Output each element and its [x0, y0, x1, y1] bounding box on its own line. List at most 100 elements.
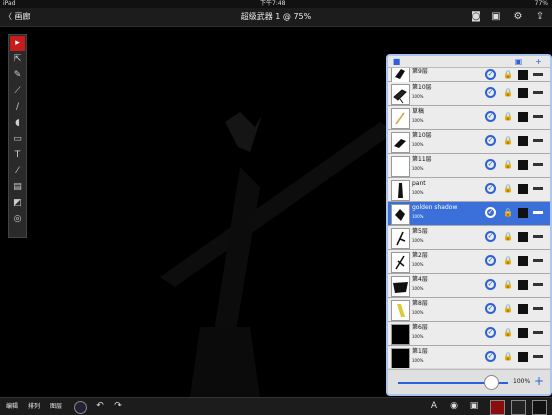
- layer-color-icon[interactable]: [518, 256, 528, 266]
- layer-row[interactable]: 第1层 100% ✓ 🔒: [388, 346, 550, 368]
- layer-row[interactable]: 第2层 100% ✓ 🔒: [388, 250, 550, 274]
- add-layer-icon[interactable]: +: [534, 57, 543, 66]
- share-icon[interactable]: ⇪: [534, 11, 546, 23]
- layer-menu-icon[interactable]: [533, 283, 543, 286]
- lock-icon[interactable]: 🔒: [503, 231, 513, 242]
- layer-color-icon[interactable]: [518, 208, 528, 218]
- lock-icon[interactable]: 🔒: [503, 69, 513, 80]
- image-icon[interactable]: ▣: [490, 11, 502, 23]
- opacity-slider-knob[interactable]: [484, 375, 499, 390]
- camera-icon[interactable]: ◙: [470, 11, 482, 23]
- primary-color-swatch[interactable]: [490, 400, 505, 415]
- visibility-toggle-icon[interactable]: ✓: [485, 327, 496, 338]
- layer-row[interactable]: 第9层 ✓ 🔒: [388, 68, 550, 83]
- layer-row[interactable]: 草稿 100% ✓ 🔒: [388, 106, 550, 130]
- visibility-toggle-icon[interactable]: ✓: [485, 351, 496, 362]
- layer-menu-icon[interactable]: [533, 115, 543, 118]
- layer-color-icon[interactable]: [518, 70, 528, 80]
- visibility-toggle-icon[interactable]: ✓: [485, 69, 496, 80]
- layer-row[interactable]: 第5层 100% ✓ 🔒: [388, 226, 550, 250]
- layer-color-icon[interactable]: [518, 232, 528, 242]
- lock-icon[interactable]: 🔒: [503, 159, 513, 170]
- lock-icon[interactable]: 🔒: [503, 87, 513, 98]
- layer-row[interactable]: 第10层 100% ✓ 🔒: [388, 130, 550, 154]
- smudge-tool-icon[interactable]: ⟋: [10, 84, 25, 99]
- lock-icon[interactable]: 🔒: [503, 303, 513, 314]
- layer-list[interactable]: 第9层 ✓ 🔒 第10层 100% ✓ 🔒 草稿 100% ✓ 🔒 第10层 1…: [388, 68, 550, 368]
- layer-color-icon[interactable]: [518, 184, 528, 194]
- layer-color-icon[interactable]: [518, 88, 528, 98]
- layer-menu-icon[interactable]: [533, 73, 543, 76]
- layers-icon[interactable]: ■: [392, 57, 401, 66]
- lock-icon[interactable]: 🔒: [503, 255, 513, 266]
- layer-row[interactable]: pant 100% ✓ 🔒: [388, 178, 550, 202]
- layer-row[interactable]: 第11层 100% ✓ 🔒: [388, 154, 550, 178]
- brush-preview-icon[interactable]: [74, 401, 87, 414]
- lock-icon[interactable]: 🔒: [503, 111, 513, 122]
- layer-menu-icon[interactable]: [533, 331, 543, 334]
- layer-color-icon[interactable]: [518, 160, 528, 170]
- visibility-toggle-icon[interactable]: ✓: [485, 135, 496, 146]
- layer-menu-icon[interactable]: [533, 187, 543, 190]
- lock-icon[interactable]: 🔒: [503, 135, 513, 146]
- group-icon[interactable]: ▣: [514, 57, 523, 66]
- layer-color-icon[interactable]: [518, 304, 528, 314]
- layer-menu-icon[interactable]: [533, 211, 543, 214]
- layer-color-icon[interactable]: [518, 136, 528, 146]
- visibility-toggle-icon[interactable]: ✓: [485, 87, 496, 98]
- layers-menu[interactable]: 图层: [50, 401, 62, 412]
- eraser-tool-icon[interactable]: ◖: [10, 116, 25, 131]
- layer-row[interactable]: 第8层 100% ✓ 🔒: [388, 298, 550, 322]
- brush-size-icon[interactable]: ◉: [448, 400, 460, 412]
- fill-tool-icon[interactable]: ▤: [10, 180, 25, 195]
- lock-icon[interactable]: 🔒: [503, 351, 513, 362]
- layer-panel: ■ ▣ + 第9层 ✓ 🔒 第10层 100% ✓ 🔒 草稿 100% ✓ 🔒: [386, 54, 552, 396]
- layer-menu-icon[interactable]: [533, 91, 543, 94]
- lock-icon[interactable]: 🔒: [503, 327, 513, 338]
- edit-menu[interactable]: 编辑: [6, 401, 18, 412]
- symmetry-tool-icon[interactable]: ◎: [10, 212, 25, 227]
- layer-menu-icon[interactable]: [533, 139, 543, 142]
- text-tool-icon[interactable]: T: [10, 148, 25, 163]
- layer-color-icon[interactable]: [518, 328, 528, 338]
- lock-icon[interactable]: 🔒: [503, 279, 513, 290]
- layer-row[interactable]: 第10层 100% ✓ 🔒: [388, 82, 550, 106]
- lock-icon[interactable]: 🔒: [503, 183, 513, 194]
- visibility-toggle-icon[interactable]: ✓: [485, 279, 496, 290]
- visibility-toggle-icon[interactable]: ✓: [485, 207, 496, 218]
- opacity-icon[interactable]: ▣: [468, 400, 480, 412]
- undo-button[interactable]: ↶: [94, 400, 106, 412]
- visibility-toggle-icon[interactable]: ✓: [485, 303, 496, 314]
- select-tool-icon[interactable]: ⇱: [10, 52, 25, 67]
- layer-menu-icon[interactable]: [533, 235, 543, 238]
- pen-tool-icon[interactable]: ∕: [10, 100, 25, 115]
- brush-tool-icon[interactable]: ✎: [10, 68, 25, 83]
- adjust-tool-icon[interactable]: ◩: [10, 196, 25, 211]
- arrange-menu[interactable]: 排列: [28, 401, 40, 412]
- layer-color-icon[interactable]: [518, 280, 528, 290]
- lock-icon[interactable]: 🔒: [503, 207, 513, 218]
- layer-color-icon[interactable]: [518, 112, 528, 122]
- secondary-color-swatch[interactable]: [511, 400, 526, 415]
- layer-menu-icon[interactable]: [533, 355, 543, 358]
- gear-icon[interactable]: ⚙: [512, 11, 524, 23]
- layer-color-icon[interactable]: [518, 352, 528, 362]
- visibility-toggle-icon[interactable]: ✓: [485, 255, 496, 266]
- layer-menu-icon[interactable]: [533, 307, 543, 310]
- brush-icon[interactable]: A: [428, 400, 440, 412]
- redo-button[interactable]: ↷: [112, 400, 124, 412]
- visibility-toggle-icon[interactable]: ✓: [485, 183, 496, 194]
- layer-row[interactable]: 第4层 100% ✓ 🔒: [388, 274, 550, 298]
- visibility-toggle-icon[interactable]: ✓: [485, 111, 496, 122]
- move-tool-icon[interactable]: ▸: [10, 36, 25, 51]
- add-layer-button[interactable]: +: [534, 374, 544, 388]
- visibility-toggle-icon[interactable]: ✓: [485, 159, 496, 170]
- layer-row[interactable]: 第6层 100% ✓ 🔒: [388, 322, 550, 346]
- shape-tool-icon[interactable]: ▭: [10, 132, 25, 147]
- tertiary-color-swatch[interactable]: [532, 400, 547, 415]
- layer-menu-icon[interactable]: [533, 259, 543, 262]
- visibility-toggle-icon[interactable]: ✓: [485, 231, 496, 242]
- eyedropper-tool-icon[interactable]: ⁄: [10, 164, 25, 179]
- layer-menu-icon[interactable]: [533, 163, 543, 166]
- layer-row-selected[interactable]: golden shadow 100% ✓ 🔒: [388, 202, 550, 226]
